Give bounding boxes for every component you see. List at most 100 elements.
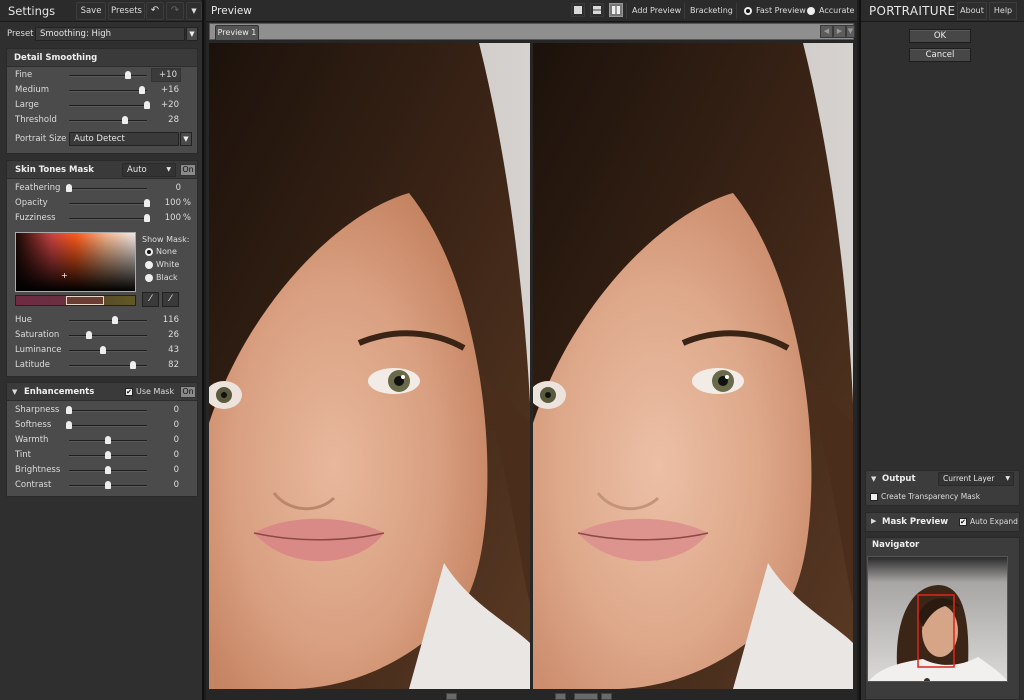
slider-value: 0 (173, 405, 179, 415)
single-view-button[interactable] (571, 3, 585, 17)
fine-slider[interactable] (69, 71, 147, 79)
tab-next-button[interactable]: ▶ (833, 25, 846, 38)
slider-thumb[interactable] (144, 199, 150, 207)
eyedropper-subtract-button[interactable]: ⁄ (162, 292, 179, 307)
tab-preview-1[interactable]: Preview 1 (215, 25, 259, 40)
slider-row-luminance: Luminance 43 (7, 343, 197, 358)
enhancements-header[interactable]: ▼ Enhancements ✔ Use Mask On (7, 383, 197, 401)
slider-thumb[interactable] (125, 71, 132, 79)
brightness-slider[interactable] (69, 466, 147, 474)
enhancements-section: ▼ Enhancements ✔ Use Mask On Sharpness 0 S… (6, 382, 198, 497)
save-button[interactable]: Save (76, 2, 106, 20)
redo-button[interactable]: ↷ (166, 2, 184, 20)
chevron-left-icon: ◀ (823, 27, 830, 35)
zoom-menu-button[interactable] (601, 693, 612, 700)
slider-thumb[interactable] (105, 481, 111, 489)
fuzziness-slider[interactable] (69, 214, 150, 222)
latitude-slider[interactable] (69, 361, 147, 369)
slider-thumb[interactable] (86, 331, 93, 339)
undo-button[interactable]: ↶ (146, 2, 164, 20)
fast-preview-radio[interactable] (744, 7, 752, 15)
slider-thumb[interactable] (112, 316, 119, 324)
output-target-select[interactable]: Current Layer ▼ (938, 472, 1014, 486)
feathering-slider[interactable] (66, 184, 147, 192)
preview-area: Preview Add Preview Bracketing Fast Prev… (206, 0, 857, 700)
fast-preview-label: Fast Preview (756, 6, 806, 15)
tab-prev-button[interactable]: ◀ (820, 25, 833, 38)
presets-button[interactable]: Presets (108, 2, 145, 20)
slider-thumb[interactable] (66, 406, 72, 414)
accurate-radio[interactable] (807, 7, 815, 15)
slider-value[interactable]: +10 (151, 68, 181, 82)
preview-before-pane[interactable] (209, 43, 530, 689)
split-horizontal-button[interactable] (590, 3, 604, 17)
add-preview-button[interactable]: Add Preview (632, 6, 681, 15)
slider-thumb[interactable] (129, 361, 136, 369)
hue-range-bar[interactable] (15, 295, 136, 306)
luminance-slider[interactable] (69, 346, 147, 354)
transparency-mask-checkbox[interactable] (870, 493, 878, 501)
contrast-slider[interactable] (69, 481, 147, 489)
skin-color-picker[interactable]: + (15, 232, 136, 292)
slider-thumb[interactable] (105, 451, 111, 459)
help-button[interactable]: Help (989, 2, 1017, 20)
slider-row-fine: Fine +10 (7, 68, 197, 83)
saturation-slider[interactable] (69, 331, 147, 339)
softness-slider[interactable] (66, 421, 147, 429)
portrait-size-select[interactable]: Auto Detect (69, 132, 179, 146)
output-section: ▼ Output Current Layer ▼ Create Transpar… (865, 470, 1020, 506)
tint-slider[interactable] (69, 451, 147, 459)
threshold-slider[interactable] (69, 116, 147, 124)
tab-menu-button[interactable]: ▼ (846, 25, 855, 38)
skin-tones-mask-header: Skin Tones Mask Auto ▼ On (7, 161, 197, 179)
large-slider[interactable] (69, 101, 150, 109)
settings-menu-button[interactable]: ▼ (186, 2, 202, 20)
bracketing-button[interactable]: Bracketing (690, 6, 733, 15)
use-mask-checkbox[interactable]: ✔ (125, 388, 133, 396)
slider-thumb[interactable] (66, 184, 72, 192)
slider-thumb[interactable] (105, 466, 111, 474)
zoom-out-button[interactable] (446, 693, 457, 700)
slider-thumb[interactable] (122, 116, 129, 124)
opacity-slider[interactable] (69, 199, 150, 207)
hue-range-handle[interactable] (66, 296, 104, 305)
hue-slider[interactable] (69, 316, 147, 324)
mask-mode-select[interactable]: Auto ▼ (122, 163, 176, 177)
preset-dropdown-button[interactable]: ▼ (186, 27, 198, 41)
navigator-thumbnail[interactable] (867, 556, 1008, 682)
cancel-button[interactable]: Cancel (909, 48, 971, 62)
zoom-level-field[interactable] (574, 693, 598, 700)
slider-thumb[interactable] (105, 436, 111, 444)
output-title: Output (882, 474, 916, 484)
slider-label: Fine (15, 70, 33, 80)
slider-thumb[interactable] (66, 421, 72, 429)
slider-row-saturation: Saturation 26 (7, 328, 197, 343)
slider-thumb[interactable] (99, 346, 106, 354)
show-mask-black-radio[interactable] (145, 274, 153, 282)
ok-button[interactable]: OK (909, 29, 971, 43)
auto-expand-checkbox[interactable]: ✔ (959, 518, 967, 526)
enhancements-on-toggle[interactable]: On (180, 386, 196, 398)
warmth-slider[interactable] (69, 436, 147, 444)
expand-triangle-icon[interactable]: ▶ (871, 517, 876, 525)
slider-thumb[interactable] (144, 214, 150, 222)
portrait-size-dropdown-button[interactable]: ▼ (180, 132, 192, 146)
slider-value: +20 (161, 100, 179, 110)
slider-label: Feathering (15, 183, 61, 193)
preview-after-pane[interactable] (533, 43, 853, 689)
show-mask-white-radio[interactable] (145, 261, 153, 269)
skin-mask-on-toggle[interactable]: On (180, 164, 196, 176)
split-vertical-button[interactable] (609, 3, 623, 17)
slider-label: Sharpness (15, 405, 60, 415)
zoom-in-button[interactable] (555, 693, 566, 700)
eyedropper-add-button[interactable]: ⁄ (142, 292, 159, 307)
slider-row-feathering: Feathering 0 (7, 181, 197, 196)
show-mask-none-radio[interactable] (145, 248, 153, 256)
preset-select[interactable]: Smoothing: High (35, 27, 185, 41)
slider-thumb[interactable] (138, 86, 145, 94)
slider-thumb[interactable] (144, 101, 150, 109)
sharpness-slider[interactable] (66, 406, 147, 414)
medium-slider[interactable] (69, 86, 147, 94)
toolbar-divider (684, 3, 685, 19)
about-button[interactable]: About (957, 2, 987, 20)
